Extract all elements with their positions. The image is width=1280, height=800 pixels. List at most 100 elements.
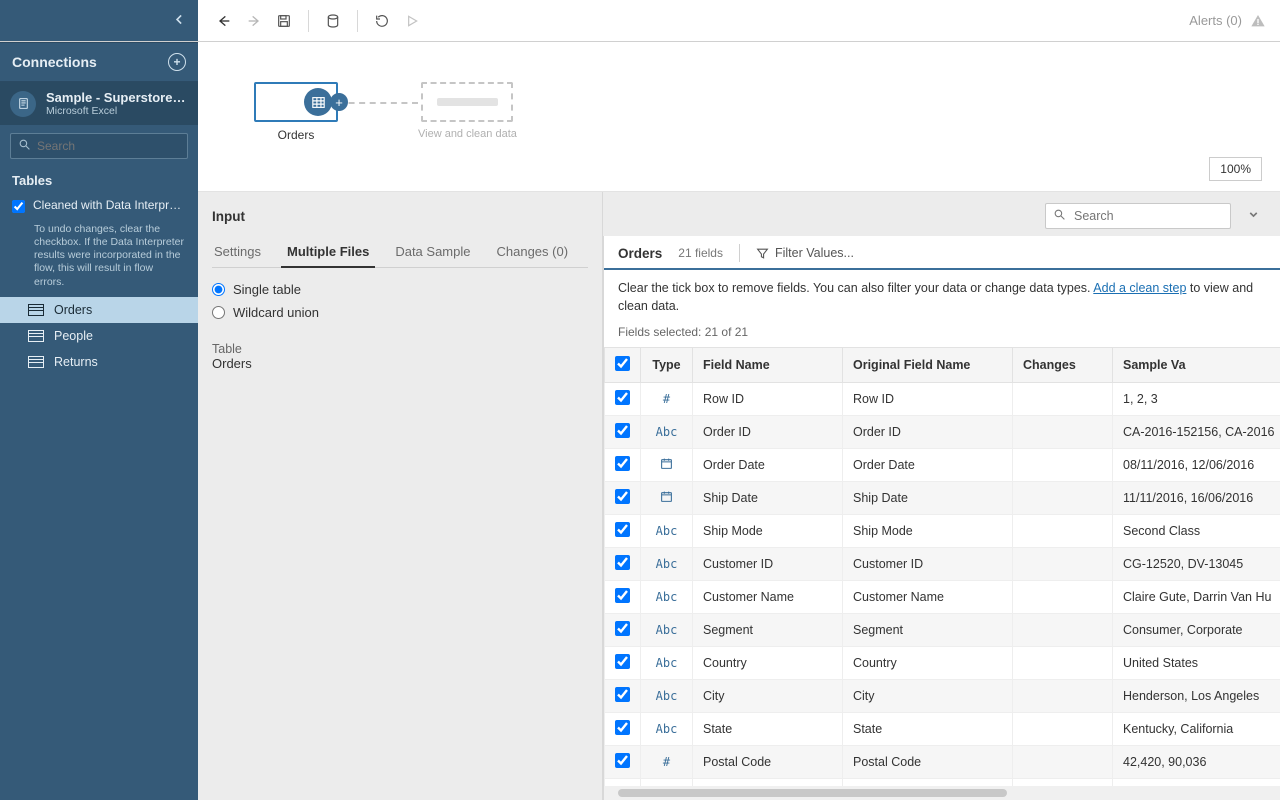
field-row[interactable]: Ship DateShip Date11/11/2016, 16/06/2016	[605, 482, 1280, 515]
data-interpreter-toggle[interactable]: Cleaned with Data Interpre...	[0, 194, 198, 223]
field-row[interactable]: Order DateOrder Date08/11/2016, 12/06/20…	[605, 449, 1280, 482]
horizontal-scrollbar[interactable]	[604, 786, 1280, 800]
funnel-icon	[756, 247, 769, 260]
sidebar-table-item[interactable]: Returns	[0, 349, 198, 375]
original-name-cell: Ship Mode	[843, 515, 1013, 548]
field-checkbox[interactable]	[615, 621, 630, 636]
sample-cell: 42,420, 90,036	[1113, 746, 1280, 779]
header-changes[interactable]: Changes	[1013, 348, 1113, 383]
original-name-cell: Country	[843, 647, 1013, 680]
input-header-row: Input	[212, 200, 1266, 232]
radio-single-input[interactable]	[212, 283, 225, 296]
save-button[interactable]	[272, 9, 296, 33]
changes-cell	[1013, 515, 1113, 548]
config-tab[interactable]: Changes (0)	[494, 238, 570, 267]
field-row[interactable]: AbcShip ModeShip ModeSecond Class	[605, 515, 1280, 548]
changes-cell	[1013, 746, 1113, 779]
header-sample[interactable]: Sample Va	[1113, 348, 1280, 383]
header-checkbox[interactable]	[605, 348, 641, 383]
sample-cell: Kentucky, California	[1113, 713, 1280, 746]
main-search-wrap	[1045, 203, 1266, 229]
radio-wildcard-input[interactable]	[212, 306, 225, 319]
field-row[interactable]: AbcCustomer NameCustomer NameClaire Gute…	[605, 581, 1280, 614]
forward-button[interactable]	[242, 9, 266, 33]
field-row[interactable]: AbcCustomer IDCustomer IDCG-12520, DV-13…	[605, 548, 1280, 581]
field-name-cell: Ship Date	[693, 482, 843, 515]
collapse-sidebar-icon[interactable]	[173, 13, 186, 29]
alerts-indicator[interactable]: Alerts (0)	[1189, 13, 1266, 29]
field-checkbox[interactable]	[615, 489, 630, 504]
changes-cell	[1013, 713, 1113, 746]
field-checkbox[interactable]	[615, 522, 630, 537]
changes-cell	[1013, 581, 1113, 614]
expand-panel-button[interactable]	[1241, 208, 1266, 224]
field-row[interactable]: AbcStateStateKentucky, California	[605, 713, 1280, 746]
field-checkbox[interactable]	[615, 753, 630, 768]
run-button[interactable]	[400, 9, 424, 33]
field-row[interactable]: AbcOrder IDOrder IDCA-2016-152156, CA-20…	[605, 416, 1280, 449]
changes-cell	[1013, 548, 1113, 581]
changes-cell	[1013, 779, 1113, 787]
add-step-button[interactable]: +	[330, 93, 348, 111]
sidebar-search-input[interactable]	[10, 133, 188, 159]
tables-list: OrdersPeople Returns	[0, 297, 198, 375]
field-checkbox[interactable]	[615, 654, 630, 669]
flow-node-orders[interactable]: + Orders	[254, 82, 338, 142]
field-row[interactable]: AbcCityCityHenderson, Los Angeles	[605, 680, 1280, 713]
hint-pre: Clear the tick box to remove fields. You…	[618, 281, 1093, 295]
content-area: Input +	[198, 42, 1280, 800]
config-tab[interactable]: Data Sample	[393, 238, 472, 267]
field-checkbox[interactable]	[615, 423, 630, 438]
back-button[interactable]	[212, 9, 236, 33]
data-interpreter-checkbox[interactable]	[12, 200, 25, 213]
database-button[interactable]	[321, 9, 345, 33]
add-clean-step-link[interactable]: Add a clean step	[1093, 281, 1186, 295]
field-checkbox[interactable]	[615, 390, 630, 405]
field-name-cell: Country	[693, 647, 843, 680]
sample-cell: South, West	[1113, 779, 1280, 787]
config-tab[interactable]: Settings	[212, 238, 263, 267]
sample-cell: 08/11/2016, 12/06/2016	[1113, 449, 1280, 482]
field-row[interactable]: AbcCountryCountryUnited States	[605, 647, 1280, 680]
radio-wildcard-union[interactable]: Wildcard union	[212, 305, 588, 320]
string-type-icon: Abc	[656, 524, 678, 538]
flow-placeholder[interactable]: View and clean data	[418, 82, 517, 140]
fields-table-wrap[interactable]: Type Field Name Original Field Name Chan…	[604, 347, 1280, 786]
field-row[interactable]: AbcRegionRegionSouth, West	[605, 779, 1280, 787]
sidebar-table-item[interactable]: Orders	[0, 297, 198, 323]
zoom-indicator[interactable]: 100%	[1209, 157, 1262, 181]
header-type[interactable]: Type	[641, 348, 693, 383]
radio-single-table[interactable]: Single table	[212, 282, 588, 297]
main-search-input[interactable]	[1045, 203, 1231, 229]
field-checkbox[interactable]	[615, 687, 630, 702]
date-type-icon	[660, 459, 673, 473]
field-checkbox[interactable]	[615, 555, 630, 570]
filter-values-button[interactable]: Filter Values...	[756, 246, 854, 260]
sample-cell: CG-12520, DV-13045	[1113, 548, 1280, 581]
field-checkbox[interactable]	[615, 720, 630, 735]
original-name-cell: Region	[843, 779, 1013, 787]
refresh-button[interactable]	[370, 9, 394, 33]
connections-label: Connections	[12, 54, 97, 70]
config-tabs: Settings Multiple Files Data Sample Changes…	[212, 238, 588, 268]
changes-cell	[1013, 614, 1113, 647]
config-table-label: Table	[212, 342, 588, 356]
field-name-cell: Postal Code	[693, 746, 843, 779]
table-item-label: Returns	[54, 355, 98, 369]
field-row[interactable]: #Postal CodePostal Code42,420, 90,036	[605, 746, 1280, 779]
original-name-cell: Ship Date	[843, 482, 1013, 515]
field-checkbox[interactable]	[615, 456, 630, 471]
flow-canvas[interactable]: + Orders View and clean data 100%	[198, 42, 1280, 192]
field-row[interactable]: AbcSegmentSegmentConsumer, Corporate	[605, 614, 1280, 647]
field-row[interactable]: #Row IDRow ID1, 2, 3	[605, 383, 1280, 416]
field-checkbox[interactable]	[615, 588, 630, 603]
flow-node-label: Orders	[278, 128, 315, 142]
sidebar-table-item[interactable]: People	[0, 323, 198, 349]
connection-item[interactable]: Sample - Superstore.... Microsoft Excel	[0, 82, 198, 125]
original-name-cell: Row ID	[843, 383, 1013, 416]
config-tab[interactable]: Multiple Files	[285, 238, 371, 267]
header-field-name[interactable]: Field Name	[693, 348, 843, 383]
header-original[interactable]: Original Field Name	[843, 348, 1013, 383]
add-connection-button[interactable]: +	[168, 53, 186, 71]
string-type-icon: Abc	[656, 425, 678, 439]
